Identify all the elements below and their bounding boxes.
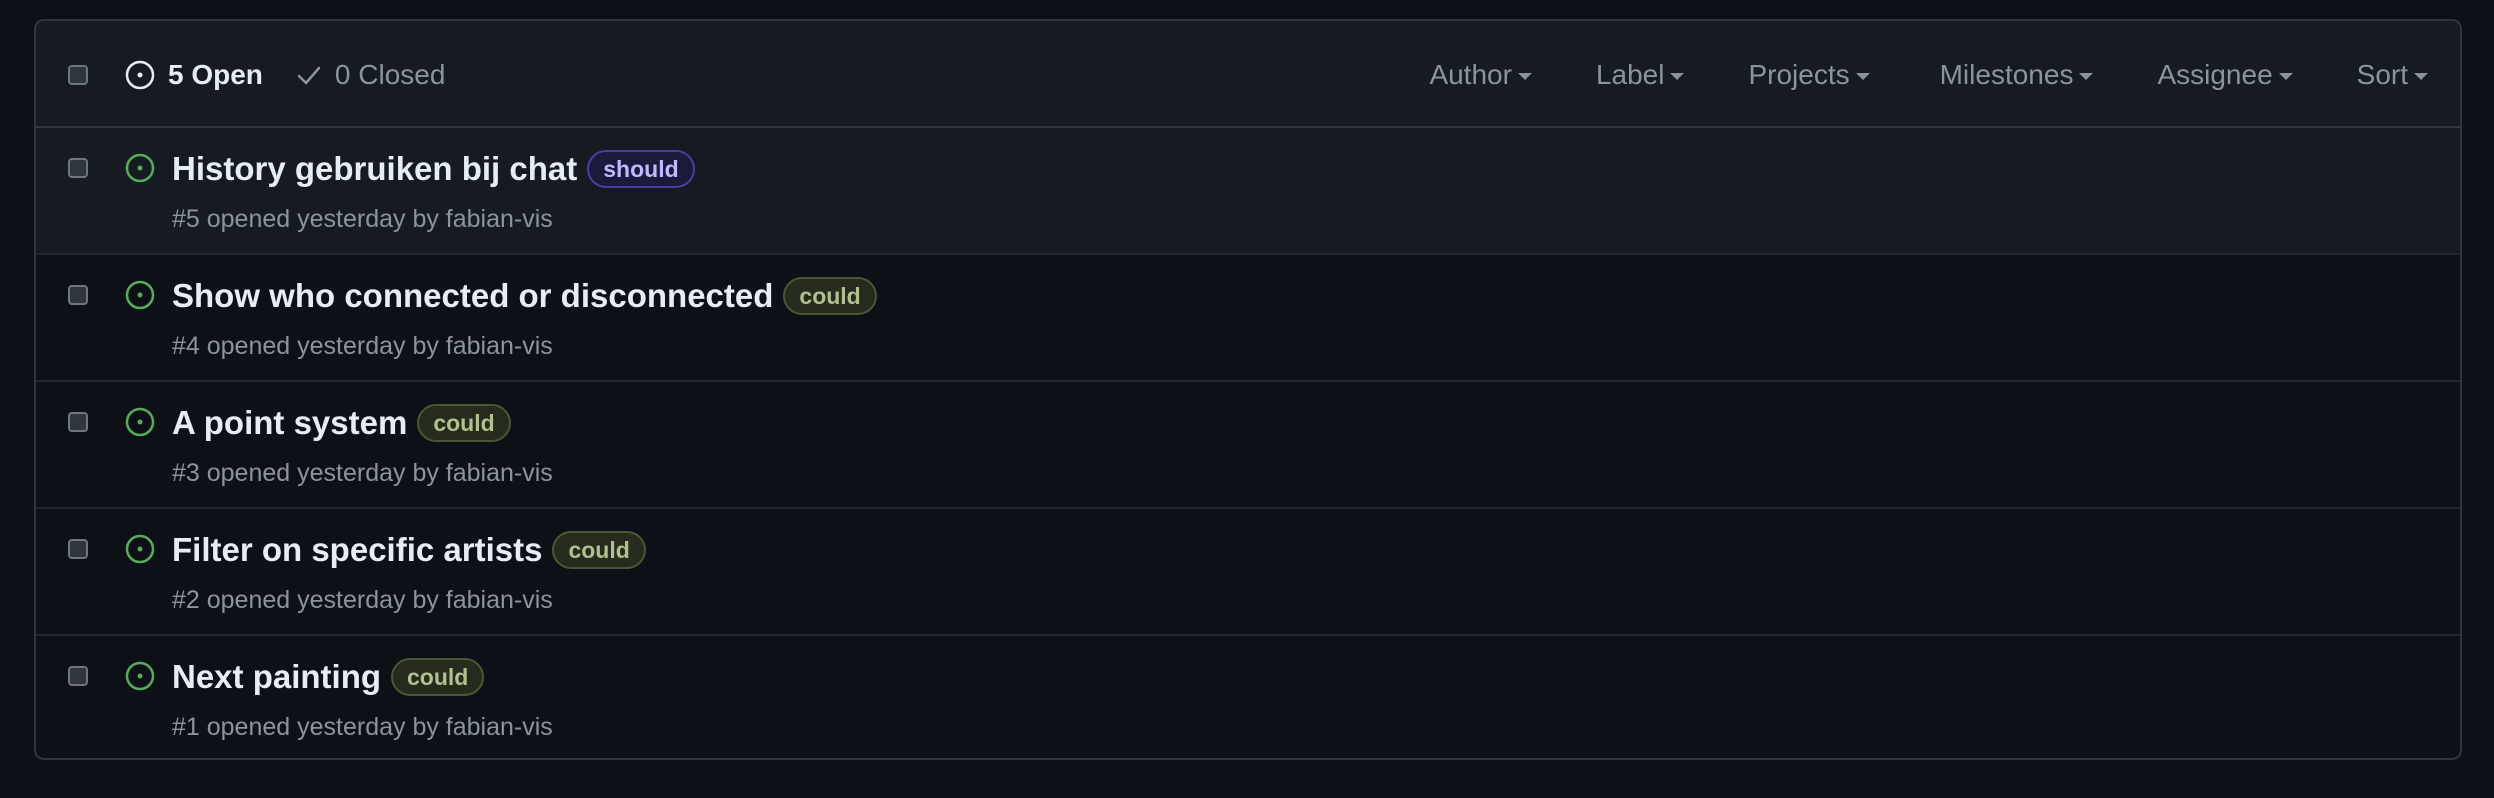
issue-meta: #2 opened yesterday by fabian-vis: [172, 586, 553, 614]
select-all-checkbox[interactable]: [68, 65, 88, 85]
issue-meta: #5 opened yesterday by fabian-vis: [172, 205, 553, 233]
issue-row[interactable]: Filter on specific artists could #2 open…: [36, 509, 2460, 636]
projects-filter-label: Projects: [1748, 58, 1850, 90]
issue-checkbox[interactable]: [68, 285, 88, 305]
issue-opened-icon: [124, 406, 156, 443]
issue-title-link[interactable]: Filter on specific artists: [172, 531, 542, 569]
issue-meta: #3 opened yesterday by fabian-vis: [172, 459, 553, 487]
caret-down-icon: [2278, 72, 2293, 80]
milestones-filter[interactable]: Milestones: [1940, 59, 2094, 91]
caret-down-icon: [1670, 72, 1685, 80]
filter-bar: Author Label Projects Milestones Assigne…: [1429, 21, 2460, 128]
issue-checkbox[interactable]: [68, 666, 88, 686]
issue-opened-icon: [124, 152, 156, 189]
label-badge-could[interactable]: could: [552, 531, 646, 569]
issue-checkbox[interactable]: [68, 412, 88, 432]
issue-checkbox[interactable]: [68, 158, 88, 178]
open-count-label: 5 Open: [168, 58, 263, 90]
check-icon: [295, 61, 323, 89]
assignee-filter[interactable]: Assignee: [2157, 58, 2293, 91]
issues-panel: 5 Open 0 Closed Author Label Projects Mi…: [34, 19, 2462, 760]
closed-count-label: 0 Closed: [334, 58, 446, 90]
assignee-filter-label: Assignee: [2157, 58, 2273, 90]
issue-title-link[interactable]: Show who connected or disconnected: [172, 277, 773, 315]
milestones-filter-label: Milestones: [1939, 58, 2074, 90]
issue-opened-icon: [124, 279, 156, 316]
sort-dropdown[interactable]: Sort: [2357, 59, 2428, 91]
issue-list: History gebruiken bij chat should #5 ope…: [36, 128, 2460, 758]
projects-filter[interactable]: Projects: [1748, 58, 1870, 91]
caret-down-icon: [1855, 72, 1870, 80]
open-issues-link[interactable]: 5 Open: [124, 59, 263, 91]
caret-down-icon: [1517, 72, 1532, 80]
issue-row[interactable]: A point system could #3 opened yesterday…: [36, 382, 2460, 509]
label-badge-could[interactable]: could: [391, 658, 485, 696]
issue-title-link[interactable]: History gebruiken bij chat: [172, 150, 577, 188]
sort-label: Sort: [2356, 58, 2408, 90]
issue-row[interactable]: Next painting could #1 opened yesterday …: [36, 636, 2460, 758]
author-filter-label: Author: [1429, 58, 1512, 90]
issue-title-link[interactable]: Next painting: [172, 658, 381, 696]
issues-list-header: 5 Open 0 Closed Author Label Projects Mi…: [36, 21, 2460, 128]
issue-opened-icon: [124, 660, 156, 697]
label-badge-could[interactable]: could: [783, 277, 877, 315]
issue-title-link[interactable]: A point system: [172, 404, 407, 442]
issue-checkbox[interactable]: [68, 539, 88, 559]
label-badge-should[interactable]: should: [587, 150, 695, 188]
label-filter-label: Label: [1595, 58, 1665, 90]
label-badge-could[interactable]: could: [417, 404, 511, 442]
issue-opened-icon: [124, 59, 156, 91]
caret-down-icon: [2414, 72, 2428, 80]
issue-meta: #4 opened yesterday by fabian-vis: [172, 332, 553, 360]
issue-opened-icon: [124, 533, 156, 570]
caret-down-icon: [2079, 72, 2094, 80]
closed-issues-link[interactable]: 0 Closed: [295, 58, 446, 91]
issue-row[interactable]: Show who connected or disconnected could…: [36, 255, 2460, 382]
issue-meta: #1 opened yesterday by fabian-vis: [172, 713, 553, 741]
author-filter[interactable]: Author: [1429, 59, 1532, 91]
issue-row[interactable]: History gebruiken bij chat should #5 ope…: [36, 128, 2460, 255]
label-filter[interactable]: Label: [1596, 59, 1685, 91]
issue-state-toggle: 5 Open 0 Closed: [124, 21, 445, 128]
